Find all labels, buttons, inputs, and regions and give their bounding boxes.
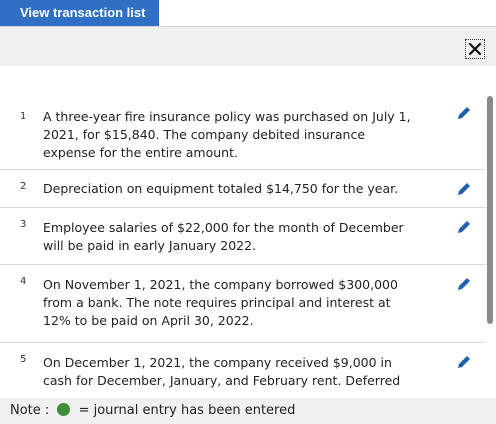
transaction-item-2: 2 Depreciation on equipment totaled $14,…: [0, 170, 486, 208]
transaction-text: Depreciation on equipment totaled $14,75…: [43, 181, 399, 196]
transaction-item-1: 1 A three-year fire insurance policy was…: [0, 100, 486, 170]
pencil-icon[interactable]: [455, 180, 473, 198]
view-transaction-list-button[interactable]: View transaction list: [0, 0, 159, 26]
list-scrollbar[interactable]: [487, 96, 493, 324]
transaction-number: 4: [20, 276, 27, 287]
transaction-item-5: 5 On December 1, 2021, the company recei…: [0, 343, 486, 388]
close-button[interactable]: [465, 39, 485, 59]
transaction-item-4: 4 On November 1, 2021, the company borro…: [0, 265, 486, 343]
panel-header: [0, 26, 496, 66]
transaction-number: 1: [20, 111, 27, 122]
pencil-icon[interactable]: [455, 218, 473, 236]
transaction-list: 1 A three-year fire insurance policy was…: [0, 100, 486, 388]
entered-status-dot: [57, 403, 71, 416]
transaction-text: On December 1, 2021, the company receive…: [43, 355, 401, 388]
view-transaction-list-label: View transaction list: [20, 5, 146, 20]
transaction-text: Employee salaries of $22,000 for the mon…: [43, 220, 404, 253]
note-suffix: = journal entry has been entered: [78, 403, 296, 418]
transaction-text: A three-year fire insurance policy was p…: [43, 109, 411, 160]
transaction-number: 2: [20, 181, 27, 192]
pencil-icon[interactable]: [455, 104, 473, 122]
transaction-number: 5: [20, 354, 27, 365]
transaction-text: On November 1, 2021, the company borrowe…: [43, 277, 398, 328]
transaction-number: 3: [20, 219, 27, 230]
close-icon: [468, 42, 482, 56]
pencil-icon[interactable]: [455, 353, 473, 371]
note-legend: Note : = journal entry has been entered: [0, 398, 496, 424]
pencil-icon[interactable]: [455, 275, 473, 293]
transaction-item-3: 3 Employee salaries of $22,000 for the m…: [0, 208, 486, 265]
note-prefix: Note :: [10, 403, 50, 418]
